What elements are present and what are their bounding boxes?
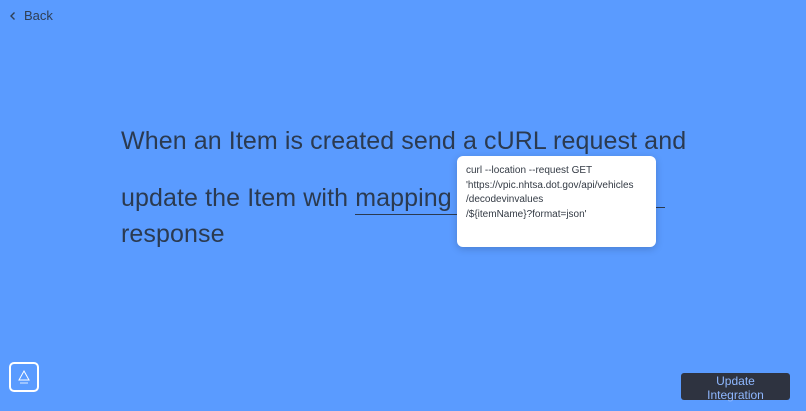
back-label: Back [24,8,53,23]
curl-request-link[interactable]: cURL request [484,127,638,158]
logo-icon [18,369,30,384]
curl-command-text: curl --location --request GET 'https://v… [466,165,634,220]
update-integration-button[interactable]: Update Integration [681,373,790,402]
back-link[interactable]: Back [8,8,53,24]
sentence-text-2: and [637,127,687,155]
app-logo-button[interactable] [9,362,39,392]
curl-request-popover[interactable]: curl --location --request GET 'https://v… [457,156,656,247]
mapping-link[interactable]: mapping [355,184,452,215]
chevron-left-icon [10,12,15,20]
sentence-text-1: When an Item is created send a [121,127,485,155]
integration-recipe-page: Back When an Item is created send a cURL… [0,0,806,411]
